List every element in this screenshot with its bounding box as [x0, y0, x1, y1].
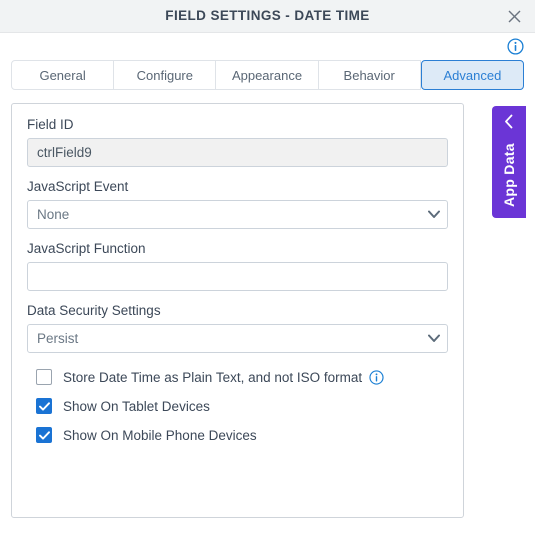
info-circle-icon[interactable] [507, 38, 524, 55]
advanced-settings-panel: Field ID JavaScript Event None JavaScrip… [11, 103, 464, 518]
tab-advanced[interactable]: Advanced [420, 60, 525, 90]
tab-configure[interactable]: Configure [114, 60, 217, 90]
javascript-function-input[interactable] [27, 262, 448, 291]
tab-behavior[interactable]: Behavior [318, 60, 421, 90]
checkbox-show-tablet[interactable] [36, 398, 52, 414]
settings-tabs: General Configure Appearance Behavior Ad… [11, 60, 525, 90]
data-security-settings-label: Data Security Settings [27, 303, 161, 318]
checkbox-store-plain-text[interactable] [36, 369, 52, 385]
checkbox-row-store-plain-text[interactable]: Store Date Time as Plain Text, and not I… [27, 369, 448, 385]
dialog-titlebar: FIELD SETTINGS - DATE TIME [0, 0, 535, 33]
checkbox-row-show-tablet[interactable]: Show On Tablet Devices [27, 398, 448, 414]
tab-behavior-label: Behavior [343, 67, 395, 83]
javascript-event-select-wrap: None [27, 200, 448, 229]
app-data-label: App Data [501, 143, 517, 207]
javascript-function-label: JavaScript Function [27, 241, 146, 256]
info-circle-icon[interactable] [369, 369, 384, 385]
close-icon[interactable] [501, 4, 527, 29]
checkbox-show-tablet-label: Show On Tablet Devices [63, 398, 210, 414]
data-security-settings-select-wrap: Persist [27, 324, 448, 353]
tab-general-label: General [39, 67, 86, 83]
tab-general[interactable]: General [11, 60, 115, 90]
tab-advanced-label: Advanced [443, 67, 502, 83]
field-id-label: Field ID [27, 117, 74, 132]
checkbox-show-mobile-label: Show On Mobile Phone Devices [63, 427, 257, 443]
dialog-title: FIELD SETTINGS - DATE TIME [165, 8, 370, 23]
field-id-input[interactable] [27, 138, 448, 167]
tab-appearance[interactable]: Appearance [216, 60, 319, 90]
checkbox-show-mobile[interactable] [36, 427, 52, 443]
tab-appearance-label: Appearance [231, 67, 303, 83]
tab-configure-label: Configure [136, 67, 193, 83]
javascript-event-select[interactable]: None [27, 200, 448, 229]
checkbox-store-plain-text-label: Store Date Time as Plain Text, and not I… [63, 369, 363, 385]
app-data-panel-toggle[interactable]: App Data [492, 106, 526, 218]
checkbox-row-show-mobile[interactable]: Show On Mobile Phone Devices [27, 427, 448, 443]
javascript-event-label: JavaScript Event [27, 179, 129, 194]
field-settings-dialog: FIELD SETTINGS - DATE TIME General Confi… [0, 0, 535, 555]
dialog-info-row [0, 33, 535, 60]
chevron-left-icon [492, 114, 526, 129]
data-security-settings-select[interactable]: Persist [27, 324, 448, 353]
